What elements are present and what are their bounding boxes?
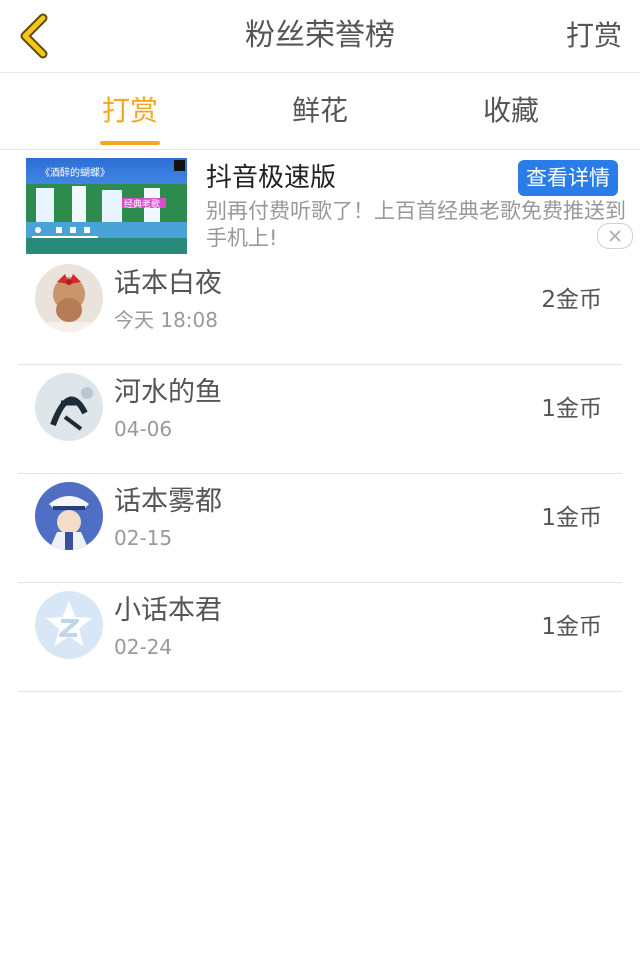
top-nav-bar: 粉丝荣誉榜 打赏 [0,0,640,73]
tab-reward[interactable]: 打赏 [70,73,190,149]
back-button[interactable] [12,8,56,64]
fan-time: 02-15 [114,526,173,550]
tab-label: 鲜花 [291,94,348,127]
fan-time: 02-24 [114,635,173,659]
avatar [35,482,103,550]
fan-name: 话本雾都 [114,486,222,517]
tab-label: 打赏 [101,94,158,127]
ad-banner[interactable]: 《酒醉的蝴蝶》 经典老歌 抖音极速版 查看详情 别再付费听歌了！上百首经典老歌免… [0,150,640,256]
tab-bar: 打赏 鲜花 收藏 [0,73,640,150]
page-title: 粉丝荣誉榜 [245,18,395,53]
reward-button[interactable]: 打赏 [566,0,622,72]
ad-thumbnail-caption: 《酒醉的蝴蝶》 [40,168,110,179]
avatar [35,373,103,441]
active-tab-indicator [100,141,160,145]
tab-label: 收藏 [482,94,539,127]
fan-amount: 1金币 [541,614,602,640]
ad-close-button[interactable] [597,223,633,249]
fan-name: 话本白夜 [114,268,222,299]
list-item[interactable]: 小话本君 02-24 1金币 [18,583,622,692]
ad-title: 抖音极速版 [206,163,337,193]
avatar [35,264,103,332]
fan-list: 话本白夜 今天 18:08 2金币 河水的鱼 04-06 1金币 话本雾都 02… [0,256,640,692]
fan-name: 河水的鱼 [114,377,222,408]
ad-description: 别再付费听歌了！上百首经典老歌免费推送到手机上! [206,199,626,250]
ad-thumbnail-subcaption: 经典老歌 [124,200,161,210]
fan-amount: 1金币 [541,396,602,422]
close-icon [609,230,621,242]
tab-favorites[interactable]: 收藏 [451,73,571,149]
fan-name: 小话本君 [114,595,222,626]
fan-amount: 2金币 [541,287,602,313]
fan-time: 今天 18:08 [114,308,218,332]
tab-flowers[interactable]: 鲜花 [260,73,380,149]
list-item[interactable]: 话本雾都 02-15 1金币 [18,474,622,583]
fan-time: 04-06 [114,417,173,441]
default-avatar-star-icon [35,591,103,659]
chevron-left-icon [20,13,48,59]
fan-amount: 1金币 [541,505,602,531]
view-details-button[interactable]: 查看详情 [518,160,618,196]
list-item[interactable]: 话本白夜 今天 18:08 2金币 [18,256,622,365]
ad-thumbnail: 《酒醉的蝴蝶》 经典老歌 [26,158,187,254]
list-item[interactable]: 河水的鱼 04-06 1金币 [18,365,622,474]
